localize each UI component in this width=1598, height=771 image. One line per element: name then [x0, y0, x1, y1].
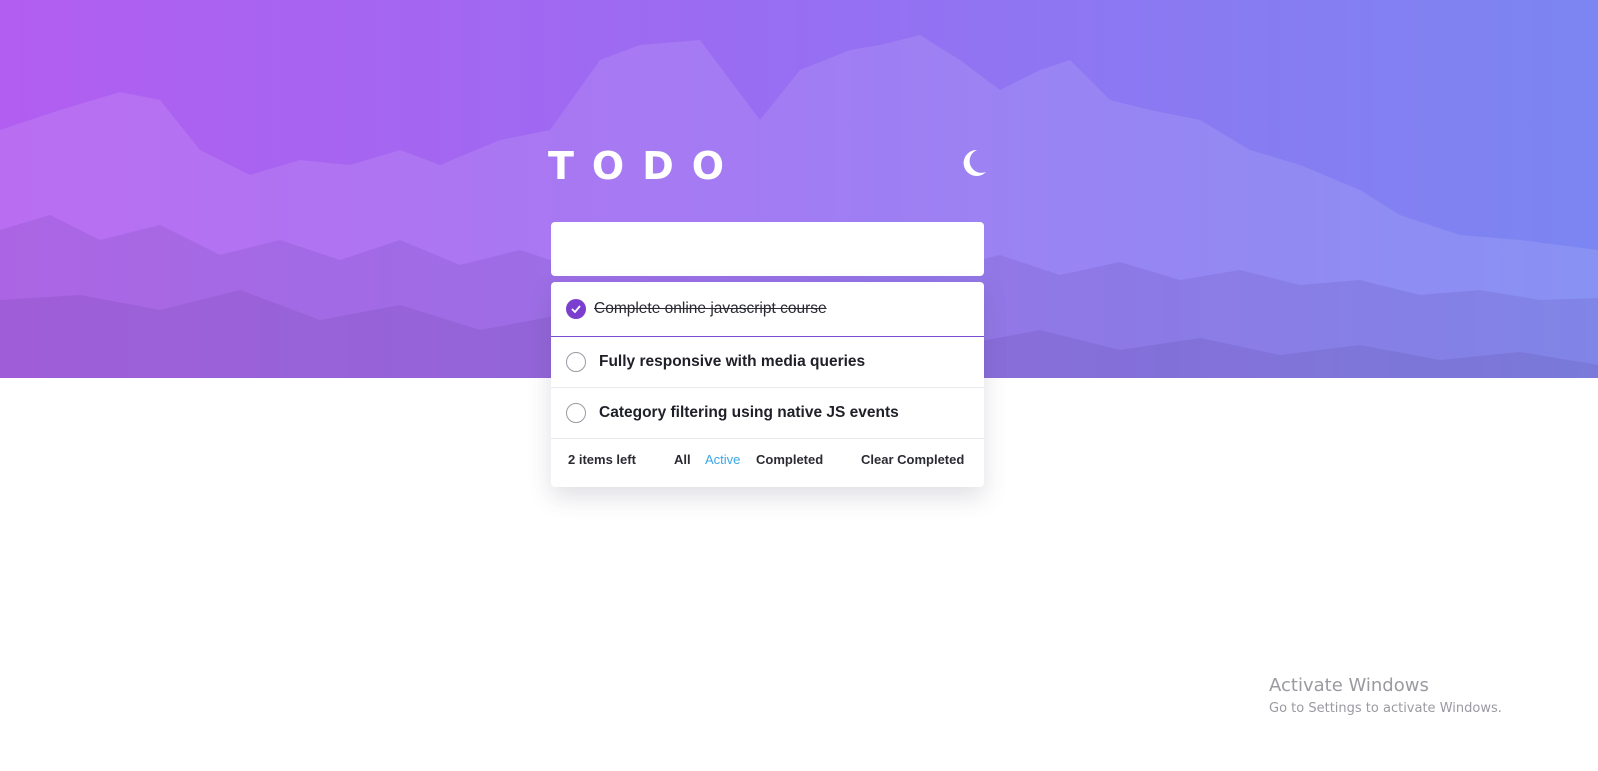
moon-icon: [963, 149, 986, 176]
filter-completed[interactable]: Completed: [756, 452, 823, 467]
watermark-title: Activate Windows: [1269, 675, 1429, 696]
completed-checkbox[interactable]: [566, 299, 586, 319]
windows-activation-watermark: Activate Windows Go to Settings to activ…: [1269, 675, 1502, 719]
todo-text: Complete online javascript course: [594, 300, 827, 317]
todo-list: Complete online javascript course Fully …: [551, 282, 984, 487]
todo-text: Fully responsive with media queries: [599, 353, 866, 370]
theme-toggle-button[interactable]: [956, 146, 990, 180]
app-title: TODO: [548, 144, 743, 188]
watermark-subtitle: Go to Settings to activate Windows.: [1269, 701, 1502, 716]
items-left-count: 2 items left: [568, 452, 636, 467]
todo-item[interactable]: Complete online javascript course: [551, 282, 984, 337]
todo-checkbox[interactable]: [566, 352, 586, 372]
new-todo-field[interactable]: [551, 222, 984, 276]
filter-all[interactable]: All: [674, 452, 691, 467]
clear-completed-button[interactable]: Clear Completed: [861, 452, 964, 467]
todo-footer: 2 items left All Active Completed Clear …: [551, 439, 984, 487]
todo-checkbox[interactable]: [566, 403, 586, 423]
todo-text: Category filtering using native JS event…: [599, 404, 899, 421]
new-todo-input[interactable]: [551, 222, 984, 276]
checkmark-icon: [571, 305, 581, 313]
todo-item[interactable]: Fully responsive with media queries: [551, 337, 984, 388]
filter-active[interactable]: Active: [705, 452, 740, 467]
todo-item[interactable]: Category filtering using native JS event…: [551, 388, 984, 439]
